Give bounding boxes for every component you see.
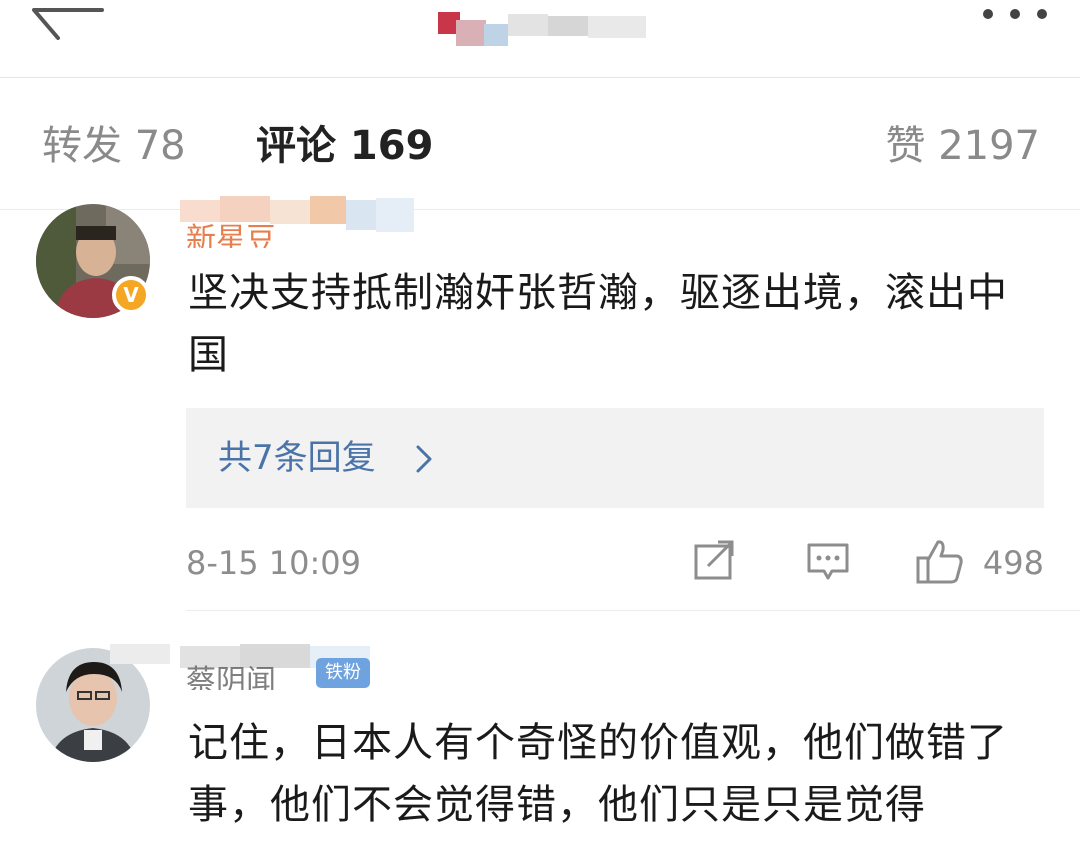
comment-text: 坚决支持抵制瀚奸张哲瀚，驱逐出境，滚出中国 (188, 270, 1008, 378)
top-bar (0, 0, 1080, 78)
timestamp: 8-15 10:09 (186, 544, 362, 582)
comment-icon[interactable] (806, 542, 850, 582)
thumbs-up-icon[interactable] (916, 538, 964, 584)
comment-meta: 8-15 10:09 498 (186, 538, 1044, 588)
username[interactable]: 蔡阴闻 (186, 664, 276, 690)
back-arrow-icon[interactable] (30, 0, 104, 44)
share-icon[interactable] (694, 540, 736, 580)
tab-comment[interactable]: 评论 169 (256, 122, 433, 170)
comment-divider (186, 610, 1080, 611)
tab-bar: 转发 78 评论 169 赞 2197 (0, 78, 1080, 210)
more-dots-icon[interactable] (980, 4, 1050, 24)
username[interactable]: 新星豆 (186, 222, 276, 248)
chevron-right-icon (416, 445, 432, 473)
tab-like[interactable]: 赞 2197 (885, 122, 1040, 170)
blurred-title-avatar (438, 12, 646, 46)
reply-summary-box[interactable]: 共7条回复 (186, 408, 1044, 508)
verified-badge: V (112, 276, 150, 314)
fan-level-badge: 铁粉 (316, 658, 370, 688)
like-count: 498 (982, 544, 1044, 582)
comment-text: 记住，日本人有个奇怪的价值观，他们做错了事，他们不会觉得错，他们只是只是觉得 (188, 720, 1008, 828)
view-replies-link[interactable]: 共7条回复 (218, 438, 376, 478)
tab-repost[interactable]: 转发 78 (42, 122, 186, 170)
